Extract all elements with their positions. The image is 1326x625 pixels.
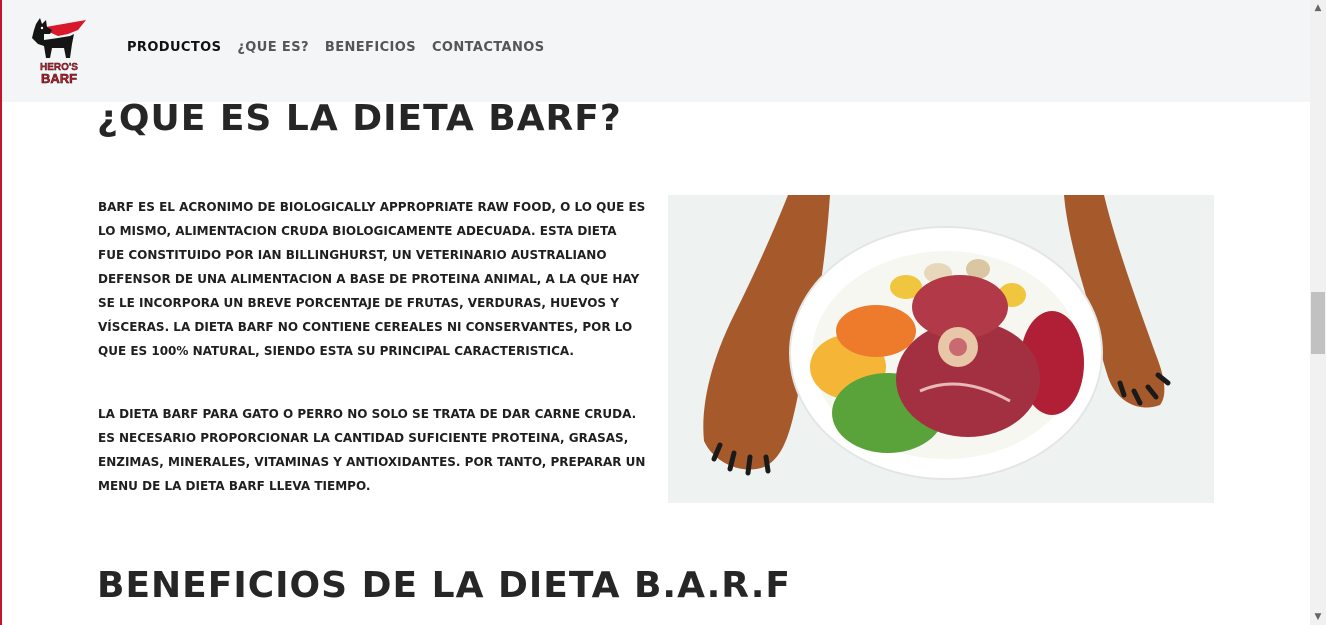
page-title: ¿QUE ES LA DIETA BARF? [97,98,622,139]
vertical-scrollbar[interactable]: ▲ ▼ [1310,0,1326,625]
scrollbar-thumb[interactable] [1311,292,1325,354]
main-nav: PRODUCTOS ¿QUE ES? BENEFICIOS CONTACTANO… [127,40,545,55]
scroll-up-arrow-icon[interactable]: ▲ [1310,0,1326,16]
navbar: HERO'S BARF PRODUCTOS ¿QUE ES? BENEFICIO… [2,0,1310,102]
barf-food-bowl-image [668,195,1214,503]
nav-link-productos[interactable]: PRODUCTOS [127,40,221,55]
heros-barf-logo[interactable]: HERO'S BARF [28,14,90,86]
nav-link-contactanos[interactable]: CONTACTANOS [432,40,545,55]
svg-text:BARF: BARF [41,71,77,86]
details-paragraph: La dieta BARF para gato o perro no solo … [98,407,646,493]
nav-link-beneficios[interactable]: BENEFICIOS [325,40,416,55]
intro-paragraph: BARF es el acronimo de Biologically Appr… [98,200,646,358]
section-title-beneficios: BENEFICIOS DE LA DIETA B.A.R.F [97,565,791,606]
scroll-down-arrow-icon[interactable]: ▼ [1310,609,1326,625]
nav-link-que-es[interactable]: ¿QUE ES? [237,40,309,55]
